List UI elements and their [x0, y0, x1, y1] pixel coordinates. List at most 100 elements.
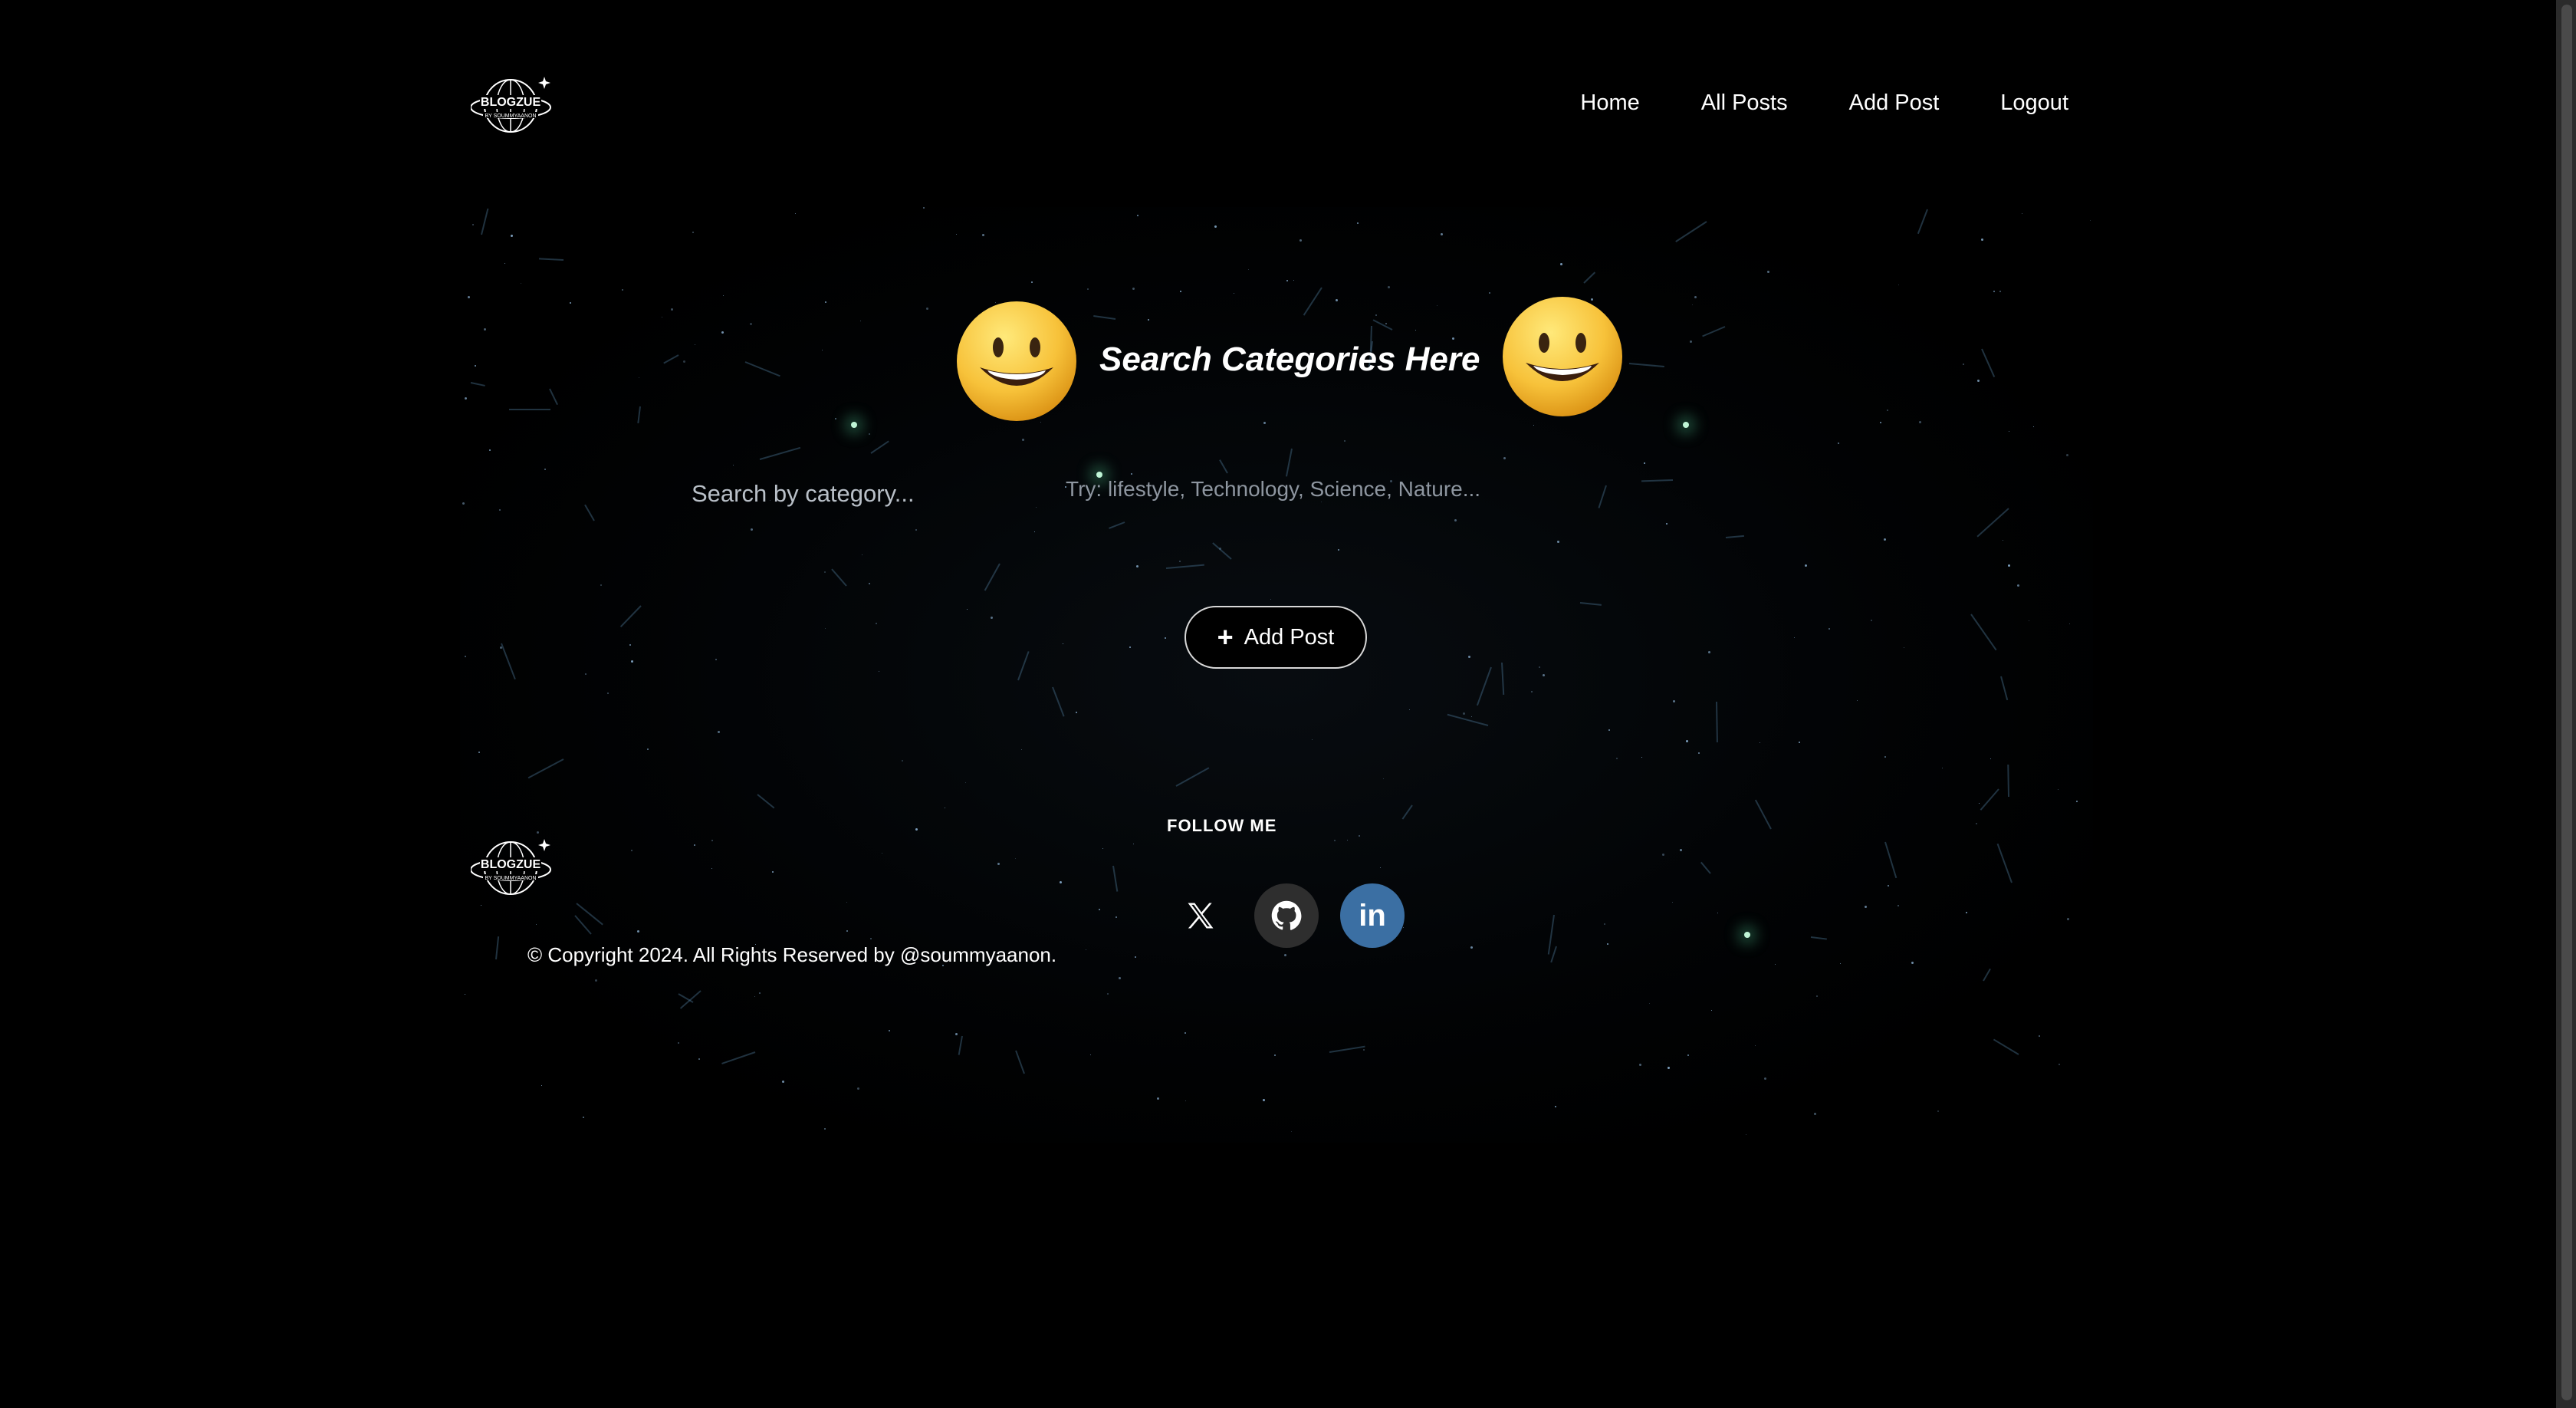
star: [1898, 905, 1899, 906]
star: [1829, 628, 1830, 630]
star: [647, 748, 649, 750]
star: [1755, 1045, 1756, 1046]
star: [465, 656, 466, 657]
star: [956, 234, 957, 235]
star: [982, 234, 984, 236]
star: [835, 418, 836, 419]
constellation-line: [1447, 713, 1489, 726]
nav-logout[interactable]: Logout: [2000, 90, 2068, 116]
star: [1022, 439, 1024, 441]
star: [2017, 584, 2019, 587]
star: [1034, 531, 1035, 532]
star: [824, 1128, 826, 1130]
star: [1015, 858, 1016, 859]
star: [1409, 709, 1410, 710]
star: [1347, 840, 1348, 841]
category-search-input[interactable]: [675, 471, 1030, 517]
constellation-line: [1628, 363, 1664, 368]
follow-me-label: FOLLOW ME: [1167, 816, 1277, 835]
star: [465, 397, 467, 400]
star: [1888, 885, 1889, 887]
x-twitter-link[interactable]: [1168, 883, 1233, 948]
footer-logo-text: BLOGZUE: [481, 858, 541, 871]
blog-logo[interactable]: BLOGZUE BY SOUMMYAANON: [471, 74, 557, 138]
star: [1102, 848, 1103, 849]
plus-icon: +: [1217, 621, 1234, 653]
star: [694, 844, 695, 846]
star: [1794, 637, 1795, 638]
star: [1884, 756, 1886, 758]
star: [1711, 1010, 1712, 1011]
star: [1539, 666, 1540, 668]
social-links: in: [1168, 883, 1405, 948]
constellation-line: [1547, 914, 1555, 955]
star: [1344, 440, 1346, 442]
constellation-line: [1884, 841, 1898, 879]
add-post-button[interactable]: + Add Post: [1184, 606, 1367, 669]
star: [541, 1085, 542, 1086]
star: [1880, 422, 1881, 423]
star: [1076, 712, 1077, 713]
star: [544, 469, 546, 470]
constellation-line: [1996, 843, 2013, 883]
footer-logo[interactable]: BLOGZUE BY SOUMMYAANON: [471, 836, 557, 900]
nav-home[interactable]: Home: [1580, 90, 1639, 116]
star: [536, 924, 537, 925]
constellation-line: [470, 382, 485, 387]
page-title: Search Categories Here: [1099, 340, 1480, 378]
star: [1131, 473, 1132, 475]
scrollbar-thumb[interactable]: [2561, 5, 2572, 1400]
star: [631, 850, 632, 851]
star: [1021, 749, 1022, 750]
logo-text: BLOGZUE: [481, 96, 541, 109]
star: [991, 617, 993, 619]
constellation-line: [1165, 564, 1204, 569]
star: [1838, 442, 1839, 444]
constellation-line: [1976, 508, 2009, 538]
constellation-line: [495, 936, 500, 960]
star: [721, 331, 724, 334]
constellation-line: [984, 563, 1001, 591]
star: [2058, 1064, 2060, 1065]
star: [1471, 716, 1472, 717]
constellation-line: [1109, 521, 1125, 529]
star: [1999, 291, 2001, 292]
star: [1263, 1099, 1265, 1101]
scrollbar[interactable]: [2556, 0, 2576, 1408]
github-link[interactable]: [1254, 883, 1319, 948]
star: [715, 659, 717, 660]
star: [862, 554, 863, 555]
star: [1557, 541, 1559, 543]
star: [1919, 421, 1921, 423]
star: [1157, 1097, 1159, 1100]
star: [1662, 854, 1664, 856]
star: [1666, 523, 1668, 525]
star: [1286, 280, 1288, 281]
nav-add-post[interactable]: Add Post: [1849, 90, 1940, 116]
constellation-line: [1702, 326, 1726, 337]
star: [1976, 823, 1977, 824]
star: [772, 871, 774, 873]
constellation-line: [1675, 221, 1707, 242]
star: [1608, 729, 1610, 731]
star: [1107, 993, 1109, 995]
star: [2008, 564, 2010, 567]
linkedin-link[interactable]: in: [1340, 883, 1405, 948]
star: [1966, 912, 1967, 913]
star: [1179, 561, 1181, 562]
constellation-line: [1052, 686, 1065, 717]
constellation-line: [1476, 666, 1492, 706]
main-nav: Home All Posts Add Post Logout: [1580, 90, 2068, 116]
star: [1383, 778, 1384, 779]
constellation-line: [1993, 1038, 2019, 1055]
nav-all-posts[interactable]: All Posts: [1701, 90, 1788, 116]
star: [1185, 1100, 1186, 1101]
star: [711, 868, 712, 869]
star: [1708, 651, 1710, 653]
star: [1993, 291, 1995, 292]
star: [1560, 263, 1562, 265]
star: [631, 660, 633, 663]
star: [902, 760, 903, 762]
star: [1692, 304, 1693, 305]
constellation-line: [2000, 676, 2009, 701]
